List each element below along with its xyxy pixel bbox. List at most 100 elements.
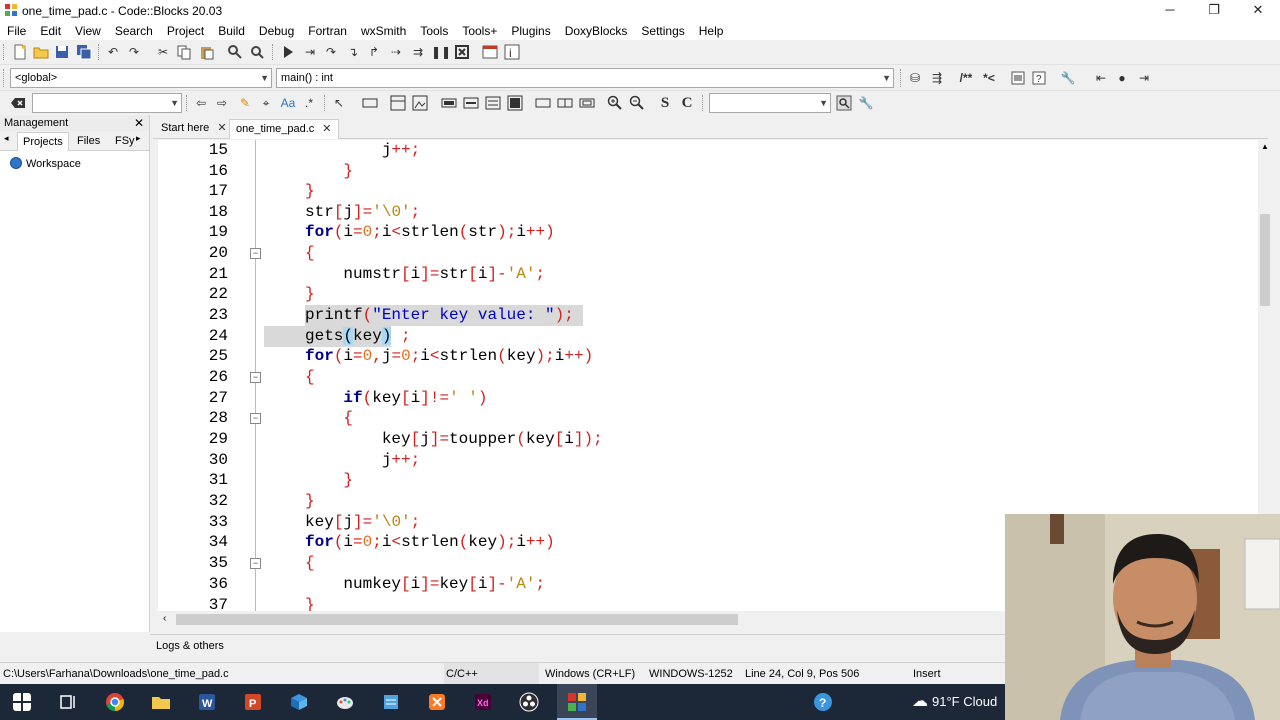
open-file-icon[interactable] (33, 44, 49, 60)
debug-info-icon[interactable]: i (504, 44, 520, 60)
doxywizard-icon[interactable] (1010, 70, 1026, 86)
block-4-icon[interactable] (507, 95, 523, 111)
step-into-instruction-icon[interactable]: ⇉ (410, 44, 426, 60)
regex-icon[interactable]: .* (301, 95, 317, 111)
tab-files[interactable]: Files (72, 132, 105, 151)
close-icon[interactable]: ✕ (217, 122, 226, 134)
stop-icon[interactable] (454, 44, 470, 60)
app-icon[interactable] (289, 692, 309, 712)
next-line-icon[interactable]: ↴ (345, 44, 361, 60)
toolbar-grip[interactable] (900, 69, 903, 87)
nav-forward-icon[interactable]: ⇨ (214, 95, 230, 111)
menu-doxyblocks[interactable]: DoxyBlocks (558, 22, 635, 40)
toolbar-grip[interactable] (3, 44, 6, 60)
incremental-search-input[interactable]: ▼ (32, 93, 182, 113)
menu-fortran[interactable]: Fortran (301, 22, 354, 40)
chevron-right-icon[interactable]: ▸ (136, 133, 141, 144)
menu-plugins[interactable]: Plugins (504, 22, 557, 40)
next-instruction-icon[interactable]: ⇢ (388, 44, 404, 60)
redo-icon[interactable]: ↷ (126, 44, 142, 60)
scrollbar-thumb[interactable] (176, 614, 738, 625)
block-2-icon[interactable] (463, 95, 479, 111)
nav-back-icon[interactable]: ⇦ (193, 95, 209, 111)
function-select[interactable]: main() : int ▼ (276, 68, 894, 88)
prev-bookmark-icon[interactable]: ⇤ (1093, 70, 1109, 86)
logs-panel-header[interactable]: Logs & others (150, 634, 1005, 656)
chrome-icon[interactable] (105, 692, 125, 712)
undo-icon[interactable]: ↶ (105, 44, 121, 60)
chevron-left-icon[interactable]: ◂ (4, 133, 9, 144)
debug-windows-icon[interactable] (482, 44, 498, 60)
jump-declaration-icon[interactable]: ⛁ (907, 70, 923, 86)
layout-icon[interactable] (390, 95, 406, 111)
scroll-left-icon[interactable]: ‹ (163, 613, 166, 624)
windows-start-icon[interactable] (13, 693, 31, 711)
html-help-icon[interactable]: ? (1031, 70, 1047, 86)
block-3-icon[interactable] (485, 95, 501, 111)
adobe-xd-icon[interactable]: Xd (473, 692, 493, 712)
fold-toggle-icon[interactable]: − (250, 372, 261, 383)
menu-file[interactable]: File (0, 22, 33, 40)
replace-icon[interactable] (249, 44, 265, 60)
zoom-in-icon[interactable] (607, 95, 623, 111)
powerpoint-icon[interactable]: P (243, 692, 263, 712)
scope-select[interactable]: <global> ▼ (10, 68, 272, 88)
notepad-icon[interactable] (381, 692, 401, 712)
doc-search-input[interactable]: ▼ (709, 93, 831, 113)
menu-help[interactable]: Help (692, 22, 731, 40)
doc-find-icon[interactable] (836, 95, 852, 111)
fold-toggle-icon[interactable]: − (250, 248, 261, 259)
menu-build[interactable]: Build (211, 22, 252, 40)
menu-search[interactable]: Search (108, 22, 160, 40)
clear-search-icon[interactable] (10, 95, 26, 111)
fold-toggle-icon[interactable]: − (250, 413, 261, 424)
tab-one-time-pad[interactable]: one_time_pad.c ✕ (229, 119, 339, 139)
find-icon[interactable] (227, 44, 243, 60)
restore-button[interactable]: ❐ (1192, 0, 1236, 22)
select-all-icon[interactable]: ⌖ (258, 95, 274, 111)
frame-icon[interactable] (362, 95, 378, 111)
menu-debug[interactable]: Debug (252, 22, 301, 40)
step-out-icon[interactable]: ↱ (366, 44, 382, 60)
image-icon[interactable] (412, 95, 428, 111)
paste-icon[interactable] (199, 44, 215, 60)
highlight-icon[interactable]: ✎ (237, 95, 253, 111)
next-bookmark-icon[interactable]: ⇥ (1136, 70, 1152, 86)
menu-project[interactable]: Project (160, 22, 211, 40)
panel-2-icon[interactable] (557, 95, 573, 111)
panel-1-icon[interactable] (535, 95, 551, 111)
settings-wrench-icon[interactable]: 🔧 (858, 95, 874, 111)
tab-start-here[interactable]: Start here ✕ (155, 119, 233, 139)
codeblocks-taskbar-icon[interactable] (567, 692, 587, 712)
symbols-c-icon[interactable]: C (679, 95, 695, 111)
toolbar-grip[interactable] (3, 69, 6, 87)
scrollbar-thumb[interactable] (1260, 214, 1270, 306)
minimize-button[interactable]: ─ (1148, 0, 1192, 22)
save-all-icon[interactable] (76, 44, 92, 60)
step-into-icon[interactable]: ⇥ (302, 44, 318, 60)
comment-line-icon[interactable]: *< (980, 70, 998, 86)
tab-projects[interactable]: Projects (17, 132, 69, 151)
weather-widget[interactable]: ☁ 91°F Cloud (912, 684, 997, 720)
symbols-s-icon[interactable]: S (657, 95, 673, 111)
menu-wxsmith[interactable]: wxSmith (354, 22, 413, 40)
zoom-out-icon[interactable] (629, 95, 645, 111)
cut-icon[interactable]: ✂ (155, 44, 171, 60)
run-icon[interactable] (280, 44, 296, 60)
word-icon[interactable]: W (197, 692, 217, 712)
wrench-icon[interactable]: 🔧 (1060, 70, 1076, 86)
fold-toggle-icon[interactable]: − (250, 558, 261, 569)
scroll-up-icon[interactable]: ▲ (1261, 142, 1269, 151)
save-icon[interactable] (54, 44, 70, 60)
workspace-node[interactable]: Workspace (10, 157, 81, 170)
copy-icon[interactable] (176, 44, 192, 60)
menu-tools[interactable]: Tools (413, 22, 455, 40)
block-1-icon[interactable] (441, 95, 457, 111)
xampp-icon[interactable] (427, 692, 447, 712)
task-view-icon[interactable] (58, 692, 78, 712)
pause-icon[interactable]: ❚❚ (431, 44, 451, 60)
paint-icon[interactable] (335, 692, 355, 712)
help-icon[interactable]: ? (813, 692, 833, 712)
pointer-icon[interactable]: ↖ (331, 95, 347, 111)
close-icon[interactable]: ✕ (322, 123, 331, 135)
